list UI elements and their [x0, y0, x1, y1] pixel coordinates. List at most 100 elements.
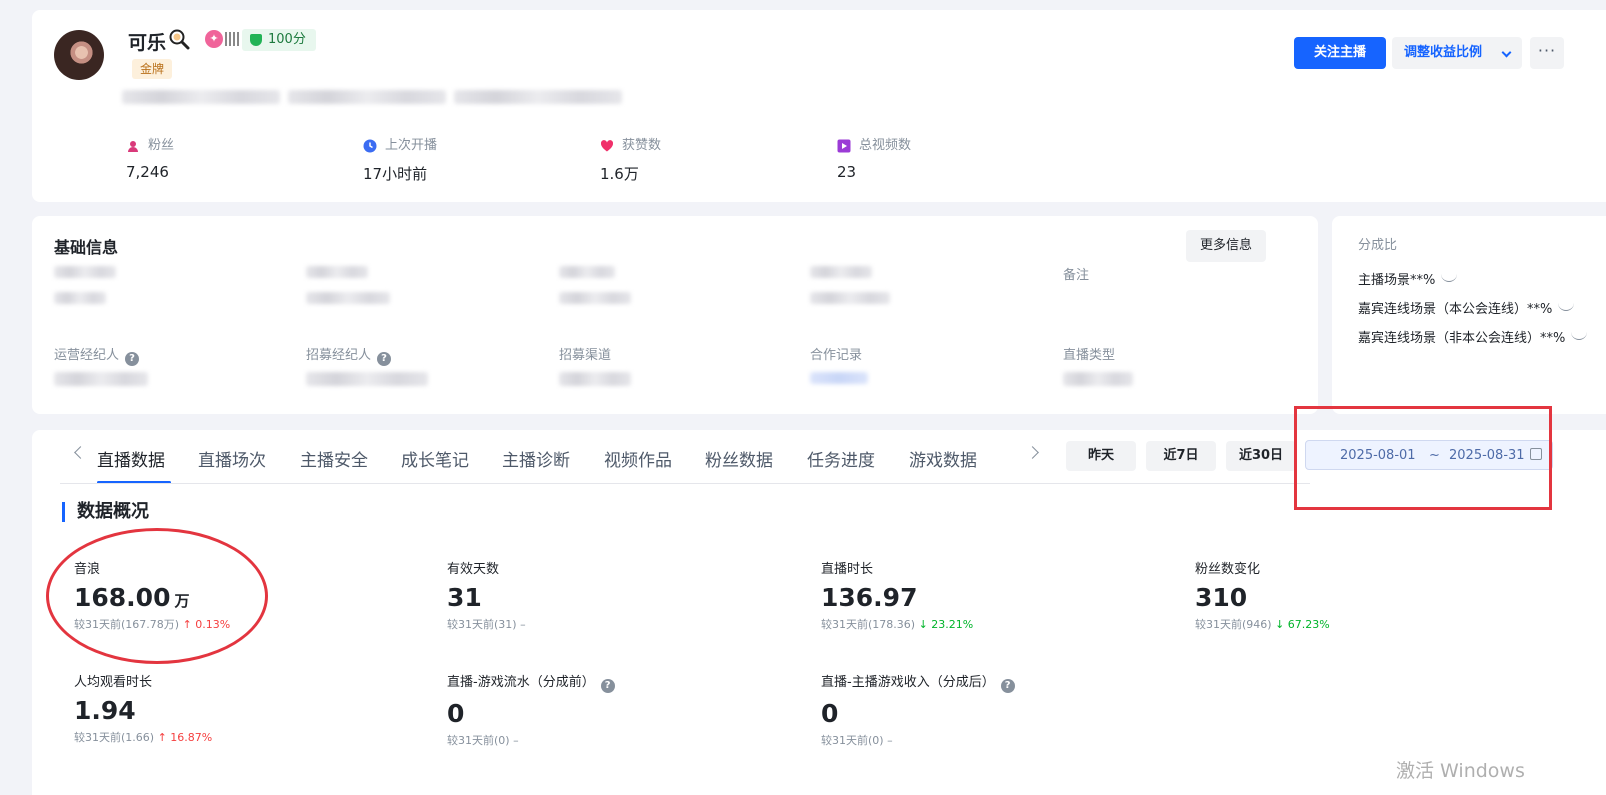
- date-range-picker[interactable]: 2025-08-01 ~ 2025-08-31: [1305, 440, 1553, 470]
- split-row-anchor: 主播场景**%: [1358, 269, 1458, 288]
- avatar[interactable]: [54, 30, 104, 80]
- os-activation-watermark: 激活 Windows: [1396, 760, 1525, 782]
- compare-text: 较31天前(946): [1195, 618, 1272, 631]
- redacted-value: [810, 292, 890, 304]
- metric-value: 168.00 万: [74, 583, 230, 612]
- metric-value: 0: [821, 699, 839, 728]
- eye-closed-icon[interactable]: [1558, 303, 1575, 311]
- eye-closed-icon[interactable]: [1571, 332, 1588, 340]
- metric-compare: 较31天前(31) –: [447, 616, 526, 632]
- range-7days-button[interactable]: 近7日: [1146, 441, 1216, 471]
- stat-label: 总视频数: [859, 138, 912, 153]
- metric-value: 310: [1195, 583, 1248, 612]
- help-icon[interactable]: ?: [377, 352, 392, 366]
- metric-label: 直播-主播游戏收入（分成后）?: [821, 671, 1015, 693]
- adjust-ratio-dropdown[interactable]: 调整收益比例: [1392, 37, 1522, 69]
- tab-anchor-diagnosis[interactable]: 主播诊断: [502, 446, 570, 471]
- chevron-down-icon: [1501, 47, 1512, 58]
- tab-game-data[interactable]: 游戏数据: [909, 446, 977, 471]
- metric-label: 人均观看时长: [74, 675, 153, 690]
- redacted-label: [54, 266, 116, 278]
- tab-live-data[interactable]: 直播数据: [97, 446, 165, 471]
- arrow-down-icon: ↓: [918, 618, 928, 631]
- redacted-value: [1063, 372, 1133, 386]
- qrcode-icon[interactable]: [225, 32, 239, 46]
- metric-value: 1.94: [74, 696, 136, 725]
- redacted-label: [306, 266, 368, 278]
- shield-check-icon: [250, 34, 262, 46]
- heart-icon: [600, 140, 614, 152]
- data-panel: 直播数据 直播场次 主播安全 成长笔记 主播诊断 视频作品 粉丝数据 任务进度 …: [32, 430, 1606, 795]
- metric-label: 有效天数: [447, 562, 500, 577]
- redacted-value: [306, 292, 390, 304]
- metric-delta: 0.13%: [195, 618, 231, 631]
- arrow-up-icon: ↑: [157, 731, 167, 744]
- metric-card: 直播-游戏流水（分成前）? 0 较31天前(0) –: [447, 671, 615, 748]
- date-end: 2025-08-31: [1449, 448, 1525, 463]
- split-row-text: 嘉宾连线场景（本公会连线）**%: [1358, 302, 1553, 317]
- metric-delta: –: [513, 734, 519, 747]
- clock-icon: [363, 139, 377, 153]
- metric-compare: 较31天前(1.66) ↑ 16.87%: [74, 729, 212, 745]
- tab-video-works[interactable]: 视频作品: [604, 446, 672, 471]
- stat-value: 17小时前: [363, 165, 428, 183]
- tabs-scroll-right-icon[interactable]: [1026, 446, 1039, 459]
- anchor-name: 可乐: [128, 32, 167, 54]
- more-actions-button[interactable]: ···: [1530, 37, 1564, 69]
- metric-card: 音浪 168.00 万 较31天前(167.78万) ↑ 0.13%: [74, 558, 230, 632]
- help-icon[interactable]: ?: [600, 679, 615, 693]
- basic-info-title: 基础信息: [54, 238, 119, 257]
- metric-card: 有效天数 31 较31天前(31) –: [447, 558, 526, 632]
- help-icon[interactable]: ?: [1000, 679, 1015, 693]
- range-yesterday-button[interactable]: 昨天: [1066, 441, 1136, 471]
- tabs-scroll-left-icon[interactable]: [74, 446, 87, 459]
- stat-label: 上次开播: [385, 138, 438, 153]
- stat-last-live: 上次开播 17小时前: [363, 137, 437, 184]
- tab-task-progress[interactable]: 任务进度: [807, 446, 875, 471]
- metric-delta: –: [520, 618, 526, 631]
- anchor-profile-card: 可乐 ✦ 100分 金牌 关注主播 调整收益比例 ··· 粉丝 7,246 上次…: [32, 10, 1606, 202]
- range-30days-button[interactable]: 近30日: [1226, 441, 1296, 471]
- redacted-info: [288, 90, 446, 104]
- split-row-guest-external: 嘉宾连线场景（非本公会连线）**%: [1358, 327, 1588, 346]
- help-icon[interactable]: ?: [125, 352, 140, 366]
- tab-growth-notes[interactable]: 成长笔记: [401, 446, 469, 471]
- recruit-agent-label: 招募经纪人?: [306, 344, 392, 366]
- metric-number: 168.00: [74, 583, 171, 612]
- stat-likes: 获赞数 1.6万: [600, 137, 661, 184]
- recruit-channel-label: 招募渠道: [559, 348, 612, 363]
- tab-fan-data[interactable]: 粉丝数据: [705, 446, 773, 471]
- ops-agent-label: 运营经纪人?: [54, 344, 140, 366]
- follow-anchor-button[interactable]: 关注主播: [1294, 37, 1386, 69]
- remark-label: 备注: [1063, 268, 1090, 283]
- tab-anchor-safety[interactable]: 主播安全: [300, 446, 368, 471]
- compare-text: 较31天前(0): [447, 734, 510, 747]
- user-icon: [128, 141, 138, 152]
- redacted-value: [54, 292, 106, 304]
- metric-label-text: 直播-游戏流水（分成前）: [447, 675, 595, 690]
- arrow-up-icon: ↑: [182, 618, 192, 631]
- metric-card: 人均观看时长 1.94 较31天前(1.66) ↑ 16.87%: [74, 671, 212, 745]
- redacted-label: [559, 266, 615, 278]
- coop-record-label: 合作记录: [810, 348, 863, 363]
- live-type-label: 直播类型: [1063, 348, 1116, 363]
- tab-live-sessions[interactable]: 直播场次: [198, 446, 266, 471]
- redacted-info: [122, 90, 280, 104]
- eye-closed-icon[interactable]: [1441, 274, 1458, 282]
- tabs-divider: [60, 483, 1310, 484]
- redacted-info: [454, 90, 622, 104]
- metric-delta: 16.87%: [170, 731, 213, 744]
- stat-total-videos: 总视频数 23: [837, 137, 911, 181]
- metric-card: 粉丝数变化 310 较31天前(946) ↓ 67.23%: [1195, 558, 1330, 632]
- compare-text: 较31天前(167.78万): [74, 618, 180, 631]
- metric-card: 直播时长 136.97 较31天前(178.36) ↓ 23.21%: [821, 558, 973, 632]
- coop-record-link[interactable]: [810, 372, 868, 384]
- platform-badge-icon: ✦: [205, 30, 223, 48]
- metric-label: 音浪: [74, 562, 101, 577]
- compare-text: 较31天前(31): [447, 618, 517, 631]
- split-row-text: 嘉宾连线场景（非本公会连线）**%: [1358, 331, 1566, 346]
- compare-text: 较31天前(1.66): [74, 731, 155, 744]
- date-start: 2025-08-01: [1340, 448, 1416, 463]
- more-info-button[interactable]: 更多信息: [1186, 230, 1266, 262]
- metric-value: 0: [447, 699, 465, 728]
